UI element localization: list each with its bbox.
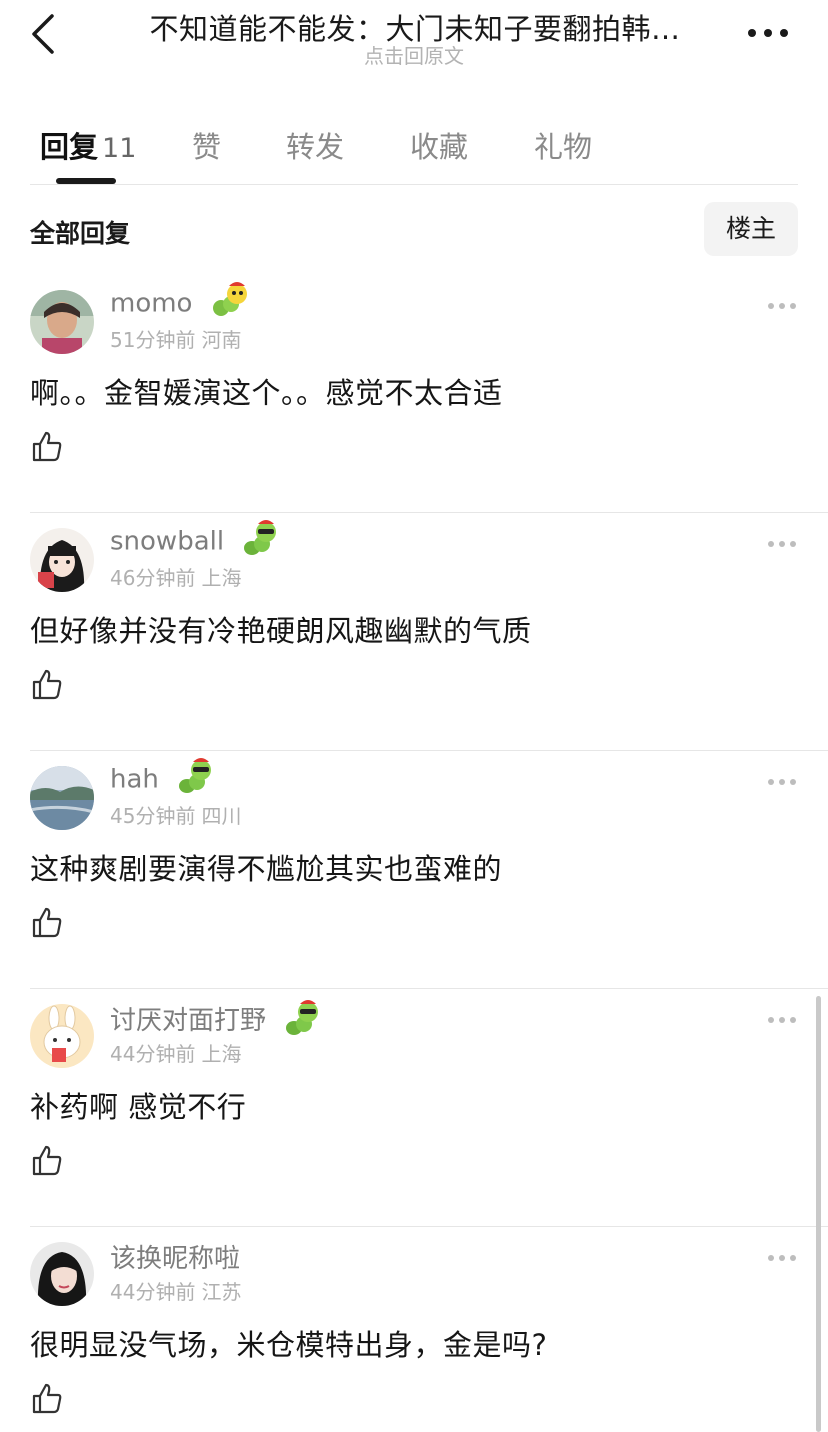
comment-time: 46分钟前 (110, 566, 196, 590)
like-button[interactable] (32, 668, 62, 700)
owner-filter-button[interactable]: 楼主 (704, 202, 798, 256)
username-text: 讨厌对面打野 (110, 1006, 267, 1036)
username-text: hah (110, 764, 159, 795)
more-dots-icon (768, 303, 796, 309)
tab-replies-label: 回复 (40, 130, 99, 164)
comment-more-button[interactable] (766, 774, 798, 790)
top-bar: 不知道能不能发：大门未知子要翻拍韩… 点击回原文 (0, 0, 828, 80)
avatar[interactable] (30, 290, 94, 354)
avatar-image (30, 1004, 94, 1068)
tab-reposts[interactable]: 转发 (286, 124, 344, 166)
like-button[interactable] (32, 1144, 62, 1176)
comment-time: 44分钟前 (110, 1280, 196, 1304)
more-dots-icon (768, 1255, 796, 1261)
avatar-image (30, 290, 94, 354)
caterpillar-badge-icon (179, 758, 212, 793)
like-thumb-icon (32, 669, 62, 700)
comment-item: 讨厌对面打野 44分钟前 上海 补药啊 感觉不行 (0, 990, 828, 1228)
back-button[interactable] (24, 10, 68, 58)
username[interactable]: momo (110, 282, 251, 322)
comment-text: 这种爽剧要演得不尴尬其实也蛮难的 (30, 852, 503, 886)
username-text: snowball (110, 526, 225, 557)
tabs-divider (30, 184, 798, 185)
username-text: 该换昵称啦 (110, 1244, 241, 1274)
comment-time: 44分钟前 (110, 1042, 196, 1066)
more-dots-icon (748, 29, 788, 37)
like-thumb-icon (32, 907, 62, 938)
scrollbar[interactable] (816, 996, 821, 1432)
tab-bar: 回复 11 赞 转发 收藏 礼物 (0, 110, 828, 186)
comment-divider (30, 988, 828, 989)
tab-likes[interactable]: 赞 (192, 124, 221, 166)
comment-time: 45分钟前 (110, 804, 196, 828)
comment-time: 51分钟前 (110, 328, 196, 352)
more-dots-icon (768, 541, 796, 547)
username[interactable]: 讨厌对面打野 (110, 999, 324, 1040)
comment-text: 啊。。金智媛演这个。。感觉不太合适 (30, 376, 503, 410)
comment-divider (30, 750, 828, 751)
comment-item: snowball 46分钟前 上海 但好像并没有冷艳硬朗风趣幽默的气质 (0, 514, 828, 752)
avatar[interactable] (30, 766, 94, 830)
avatar-image (30, 1242, 94, 1306)
username[interactable]: hah (110, 758, 217, 798)
like-button[interactable] (32, 906, 62, 938)
comment-more-button[interactable] (766, 298, 798, 314)
comment-divider (30, 512, 828, 513)
comment-location: 江苏 (201, 1280, 242, 1304)
tab-replies[interactable]: 回复 11 (40, 124, 136, 166)
comment-location: 上海 (201, 566, 242, 590)
comment-text: 但好像并没有冷艳硬朗风趣幽默的气质 (30, 614, 532, 648)
view-original-link[interactable]: 点击回原文 (300, 40, 528, 69)
comment-location: 河南 (201, 328, 242, 352)
avatar-image (30, 766, 94, 830)
caterpillar-badge-icon (286, 999, 319, 1035)
comment-meta: 44分钟前 江苏 (110, 1276, 241, 1305)
tab-favorites[interactable]: 收藏 (410, 124, 468, 166)
comment-more-button[interactable] (766, 536, 798, 552)
comment-more-button[interactable] (766, 1012, 798, 1028)
comment-item: momo 51分钟前 河南 啊。。金智媛演这个。。感觉不太合适 (0, 276, 828, 514)
comment-meta: 51分钟前 河南 (110, 324, 241, 353)
like-thumb-icon (32, 431, 62, 462)
comment-divider (30, 1226, 828, 1227)
avatar-image (30, 528, 94, 592)
username[interactable]: 该换昵称啦 (110, 1238, 240, 1275)
back-arrow-icon (32, 14, 54, 54)
like-button[interactable] (32, 1382, 62, 1414)
comment-meta: 46分钟前 上海 (110, 562, 241, 591)
comment-item: hah 45分钟前 四川 这种爽剧要演得不尴尬其实也蛮难的 (0, 752, 828, 990)
username-text: momo (110, 288, 193, 319)
all-replies-heading: 全部回复 (30, 219, 131, 248)
caterpillar-badge-icon (212, 282, 247, 316)
comment-location: 上海 (201, 1042, 242, 1066)
comment-meta: 44分钟前 上海 (110, 1038, 241, 1067)
tab-gifts[interactable]: 礼物 (534, 124, 592, 166)
tab-replies-count: 11 (102, 133, 137, 164)
avatar[interactable] (30, 1004, 94, 1068)
avatar[interactable] (30, 1242, 94, 1306)
avatar[interactable] (30, 528, 94, 592)
comment-meta: 45分钟前 四川 (110, 800, 241, 829)
like-thumb-icon (32, 1145, 62, 1176)
like-thumb-icon (32, 1383, 62, 1414)
comment-location: 四川 (201, 804, 242, 828)
like-button[interactable] (32, 430, 62, 462)
caterpillar-badge-icon (244, 520, 277, 555)
comment-text: 很明显没气场，米仓模特出身，金是吗? (30, 1328, 548, 1362)
username[interactable]: snowball (110, 520, 282, 560)
more-options-button[interactable] (740, 18, 796, 48)
comment-more-button[interactable] (766, 1250, 798, 1266)
more-dots-icon (768, 1017, 796, 1023)
more-dots-icon (768, 779, 796, 785)
comment-item: 该换昵称啦 44分钟前 江苏 很明显没气场，米仓模特出身，金是吗? (0, 1228, 828, 1432)
comment-text: 补药啊 感觉不行 (30, 1090, 247, 1124)
